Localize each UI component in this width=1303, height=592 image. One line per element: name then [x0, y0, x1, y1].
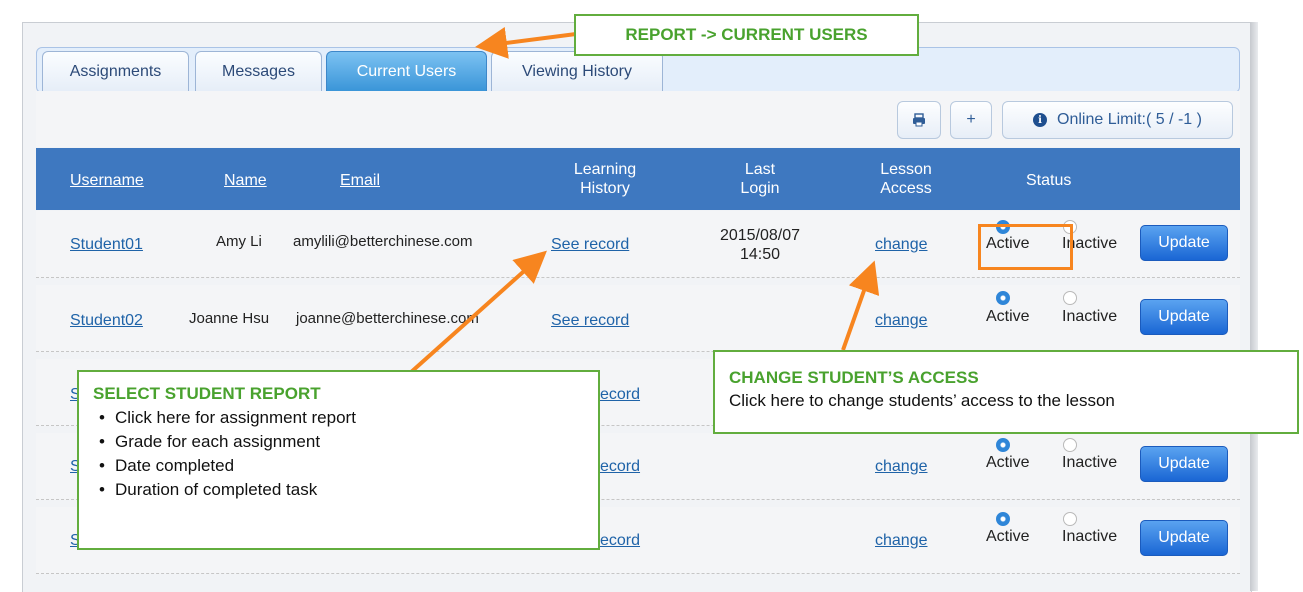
callout-access-title: CHANGE STUDENT’S ACCESS: [729, 368, 979, 387]
callout-change-access: CHANGE STUDENT’S ACCESS Click here to ch…: [713, 350, 1299, 434]
active-highlight: [978, 224, 1073, 270]
callout-bullet: Grade for each assignment: [93, 430, 584, 454]
callout-access-text: Click here to change students’ access to…: [729, 391, 1115, 410]
arrow-to-change: [841, 260, 880, 351]
callout-select-title: SELECT STUDENT REPORT: [93, 384, 321, 403]
callout-select-report: SELECT STUDENT REPORT Click here for ass…: [77, 370, 600, 550]
callout-bullet: Date completed: [93, 454, 584, 478]
arrow-to-record: [398, 250, 547, 384]
callout-report: REPORT -> CURRENT USERS: [574, 14, 919, 56]
callout-bullet: Duration of completed task: [93, 478, 584, 502]
callout-select-bullets: Click here for assignment report Grade f…: [93, 406, 584, 502]
callout-bullet: Click here for assignment report: [93, 406, 584, 430]
arrow-to-tab: [475, 27, 577, 59]
callout-report-title: REPORT -> CURRENT USERS: [625, 25, 868, 44]
